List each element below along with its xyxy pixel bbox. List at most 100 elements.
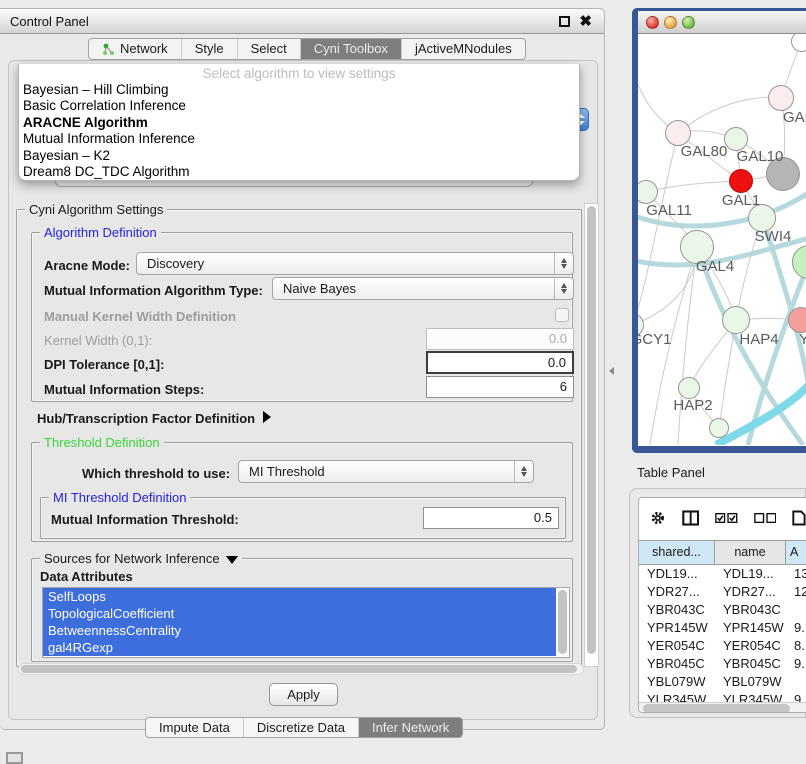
- tab-style[interactable]: Style: [181, 39, 237, 59]
- scrollbar-thumb[interactable]: [643, 704, 790, 713]
- combo-spinner-icon[interactable]: [514, 461, 533, 482]
- table-row[interactable]: YDR27...YDR27...12: [639, 583, 806, 601]
- tab-jactivemnodules-label: jActiveMNodules: [415, 39, 512, 59]
- network-node-hap4[interactable]: [722, 306, 750, 334]
- settings-horizontal-scrollbar[interactable]: [18, 663, 584, 675]
- network-node-hap2[interactable]: [678, 377, 700, 399]
- split-pane-collapse-arrow[interactable]: [609, 367, 614, 375]
- node-label: GAL4: [696, 258, 734, 275]
- mi-threshold-field[interactable]: 0.5: [423, 507, 559, 529]
- expanded-arrow-icon: [226, 556, 238, 564]
- tab-style-label: Style: [195, 39, 224, 59]
- which-threshold-value: MI Threshold: [249, 464, 325, 479]
- table-row[interactable]: YBR045CYBR045C9.: [639, 655, 806, 673]
- dpi-tolerance-field[interactable]: 0.0: [426, 351, 574, 374]
- float-panel-icon[interactable]: [559, 16, 570, 27]
- list-item[interactable]: TopologicalCoefficient: [43, 605, 556, 622]
- close-window-icon[interactable]: [646, 16, 659, 29]
- minimize-window-icon[interactable]: [664, 16, 677, 29]
- node-label: GAL: [783, 109, 806, 126]
- column-header-shared-name[interactable]: shared...: [639, 541, 715, 564]
- tab-impute-data[interactable]: Impute Data: [146, 718, 243, 737]
- manual-kernel-checkbox[interactable]: [555, 308, 569, 322]
- cell: YDL19...: [715, 565, 786, 583]
- dropdown-item[interactable]: Basic Correlation Inference: [19, 98, 579, 114]
- table-row[interactable]: YBL079WYBL079W: [639, 673, 806, 691]
- hub-definition-toggle[interactable]: Hub/Transcription Factor Definition: [37, 411, 271, 426]
- cell: [786, 601, 806, 619]
- select-all-icon[interactable]: [715, 511, 738, 525]
- combo-spinner-icon[interactable]: [554, 278, 573, 299]
- kernel-width-field[interactable]: 0.0: [426, 328, 574, 350]
- minimized-panel-icon[interactable]: [6, 752, 23, 764]
- mi-steps-field[interactable]: 6: [426, 376, 574, 398]
- sources-group-title[interactable]: Sources for Network Inference: [40, 551, 242, 566]
- list-item[interactable]: SelfLoops: [43, 588, 556, 605]
- mi-threshold-group: MI Threshold Definition Mutual Informati…: [40, 497, 566, 539]
- node-label: GAL1: [722, 192, 760, 209]
- network-node[interactable]: [768, 85, 794, 111]
- mi-steps-label: Mutual Information Steps:: [44, 382, 204, 397]
- aracne-mode-combobox[interactable]: Discovery: [136, 252, 574, 275]
- tab-network[interactable]: Network: [89, 39, 181, 59]
- algorithm-definition-title: Algorithm Definition: [40, 225, 161, 240]
- list-item[interactable]: gal4RGexp: [43, 639, 556, 656]
- list-item[interactable]: BetweennessCentrality: [43, 622, 556, 639]
- tab-jactivemnodules[interactable]: jActiveMNodules: [401, 39, 525, 59]
- mi-type-combobox[interactable]: Naive Bayes: [272, 277, 574, 300]
- scrollbar-thumb[interactable]: [558, 590, 567, 654]
- table-panel-title: Table Panel: [637, 465, 705, 480]
- table-toolbar: [639, 498, 806, 538]
- gear-icon[interactable]: [650, 509, 666, 527]
- list-vertical-scrollbar[interactable]: [557, 589, 568, 656]
- network-canvas[interactable]: GAL GAL80 GAL10 GAL1 GAL11 SWI4 GAL4 GCY…: [638, 34, 806, 445]
- sources-title-label: Sources for Network Inference: [44, 551, 220, 566]
- dropdown-item[interactable]: Bayesian – Hill Climbing: [19, 82, 579, 98]
- kernel-width-label: Kernel Width (0,1):: [44, 333, 152, 348]
- cell: YDL19...: [639, 565, 715, 583]
- columns-icon[interactable]: [682, 509, 699, 527]
- table-row[interactable]: YER054CYER054C8.: [639, 637, 806, 655]
- data-attributes-label: Data Attributes: [40, 569, 133, 584]
- deselect-all-icon[interactable]: [754, 511, 777, 525]
- control-panel-titlebar: Control Panel ✖: [0, 9, 604, 34]
- aracne-mode-label: Aracne Mode:: [44, 258, 130, 273]
- export-table-icon[interactable]: [792, 509, 806, 527]
- cell: YPR145W: [639, 619, 715, 637]
- network-node-gal1[interactable]: [729, 169, 753, 193]
- tab-cyni-toolbox[interactable]: Cyni Toolbox: [300, 39, 401, 59]
- dropdown-item[interactable]: Mutual Information Inference: [19, 131, 579, 147]
- settings-vertical-scrollbar[interactable]: [584, 203, 599, 667]
- table-row[interactable]: YPR145WYPR145W9.: [639, 619, 806, 637]
- scrollbar-thumb[interactable]: [21, 665, 577, 673]
- combo-spinner-icon[interactable]: [554, 253, 573, 274]
- cell: YER054C: [639, 637, 715, 655]
- tab-select[interactable]: Select: [237, 39, 300, 59]
- dropdown-item[interactable]: Dream8 DC_TDC Algorithm: [19, 164, 579, 180]
- close-panel-icon[interactable]: ✖: [579, 12, 592, 30]
- which-threshold-combobox[interactable]: MI Threshold: [238, 460, 534, 483]
- cell: 12: [786, 583, 806, 601]
- network-node[interactable]: [709, 418, 729, 438]
- node-label: GAL10: [737, 148, 784, 165]
- algorithm-dropdown-list: Select algorithm to view settings Bayesi…: [18, 64, 580, 181]
- apply-button[interactable]: Apply: [269, 683, 338, 706]
- which-threshold-label: Which threshold to use:: [82, 466, 230, 481]
- table-row[interactable]: YBR043CYBR043C: [639, 601, 806, 619]
- scrollbar-thumb[interactable]: [587, 206, 596, 654]
- dropdown-item-selected[interactable]: ARACNE Algorithm: [19, 115, 579, 131]
- mi-threshold-label: Mutual Information Threshold:: [51, 512, 239, 527]
- column-header-clipped[interactable]: A: [786, 541, 806, 564]
- table-horizontal-scrollbar[interactable]: [639, 702, 806, 713]
- column-header-name[interactable]: name: [715, 541, 786, 564]
- settings-group-title: Cyni Algorithm Settings: [25, 202, 167, 217]
- network-window-titlebar: [638, 11, 806, 34]
- tab-discretize-data[interactable]: Discretize Data: [243, 718, 358, 737]
- cell: YBL079W: [715, 673, 786, 691]
- table-row[interactable]: YDL19...YDL19...13: [639, 565, 806, 583]
- threshold-definition-group: Threshold Definition Which threshold to …: [31, 442, 573, 542]
- cell: YBR043C: [639, 601, 715, 619]
- tab-infer-network[interactable]: Infer Network: [358, 718, 462, 737]
- dropdown-item[interactable]: Bayesian – K2: [19, 148, 579, 164]
- zoom-window-icon[interactable]: [682, 16, 695, 29]
